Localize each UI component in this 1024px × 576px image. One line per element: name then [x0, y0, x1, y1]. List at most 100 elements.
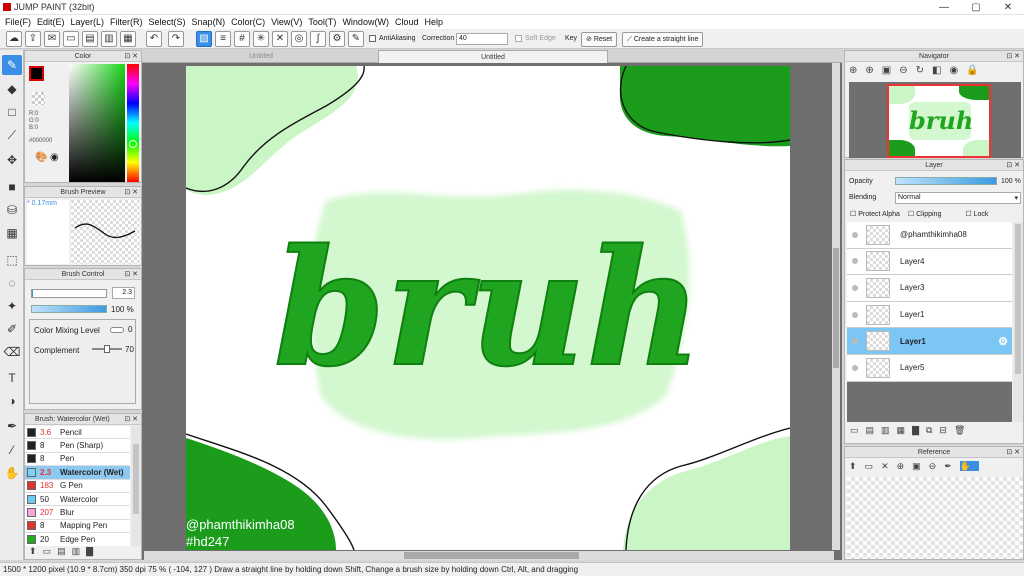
- zoom-out-icon[interactable]: ⊖: [899, 65, 915, 76]
- panel-close-icon[interactable]: ⊡ ✕: [1006, 447, 1020, 458]
- navigator-thumbnail[interactable]: bruh: [887, 84, 991, 158]
- delete-layer-icon[interactable]: 🗑: [954, 425, 972, 435]
- rotate-icon[interactable]: ↻: [916, 65, 932, 76]
- fill-rect-tool-icon[interactable]: ■: [2, 177, 22, 197]
- brush-list-scrollbar[interactable]: [131, 426, 141, 546]
- export-icon[interactable]: ⇪: [25, 31, 41, 47]
- tab-untitled-1[interactable]: Untitled: [146, 50, 376, 63]
- select-pen-tool-icon[interactable]: ✐: [2, 319, 22, 339]
- menu-view[interactable]: View(V): [269, 15, 306, 29]
- cloud-icon[interactable]: ☁: [6, 31, 22, 47]
- brush-item[interactable]: 2.3 Watercolor (Wet): [25, 466, 130, 480]
- bucket-tool-icon[interactable]: ⛁: [2, 200, 22, 220]
- grid-icon[interactable]: ▦: [120, 31, 136, 47]
- visibility-eye-icon[interactable]: [852, 231, 858, 238]
- visibility-eye-icon[interactable]: [852, 338, 858, 345]
- ref-fit-icon[interactable]: ▣: [912, 461, 929, 471]
- document-canvas[interactable]: bruh @phamthikimha08 #hd247: [186, 66, 790, 550]
- snap-circle-icon[interactable]: ◎: [291, 31, 307, 47]
- merge-down-icon[interactable]: ⧉: [926, 425, 939, 435]
- brush-item[interactable]: 8 Pen (Sharp): [25, 439, 130, 453]
- new-layer-icon[interactable]: ▭: [850, 425, 866, 435]
- tab-untitled-2[interactable]: Untitled: [378, 50, 608, 63]
- transparent-color-swatch[interactable]: [32, 92, 45, 105]
- brush-item[interactable]: 183 G Pen: [25, 479, 130, 493]
- pages-icon[interactable]: ▥: [101, 31, 117, 47]
- antialiasing-checkbox[interactable]: [369, 35, 376, 42]
- visibility-eye-icon[interactable]: [852, 311, 858, 318]
- minimize-icon[interactable]: —: [930, 0, 958, 15]
- monitor-icon[interactable]: ▭: [63, 31, 79, 47]
- layer-row[interactable]: Layer1: [847, 301, 1012, 329]
- complement-slider[interactable]: [92, 345, 122, 353]
- menu-file[interactable]: File(F): [3, 15, 35, 29]
- move-tool-icon[interactable]: ✥: [2, 150, 22, 170]
- rectangle-tool-icon[interactable]: □: [2, 102, 22, 122]
- new-folder-icon[interactable]: ▇: [912, 425, 926, 435]
- ref-open-icon[interactable]: ▭: [865, 461, 882, 471]
- flip-icon[interactable]: ◧: [932, 65, 949, 76]
- layer-row[interactable]: Layer4: [847, 248, 1012, 276]
- correction-input[interactable]: 40: [456, 33, 508, 45]
- close-icon[interactable]: ✕: [994, 0, 1022, 15]
- dropper-tool-icon[interactable]: ⁄: [2, 440, 22, 460]
- blending-select[interactable]: Normal ▾: [895, 192, 1021, 204]
- brush-item[interactable]: 50 Watercolor: [25, 492, 130, 507]
- new-brush-icon[interactable]: ⬆: [29, 546, 43, 556]
- brush-size-input[interactable]: 2.3: [112, 287, 135, 299]
- zoom-icon[interactable]: ⊕: [849, 65, 865, 76]
- maximize-icon[interactable]: ▢: [962, 0, 990, 15]
- snap-settings-icon[interactable]: ⚙: [329, 31, 345, 47]
- snap-off-icon[interactable]: ▧: [196, 31, 212, 47]
- redo-icon[interactable]: ↷: [168, 31, 184, 47]
- ref-import-icon[interactable]: ⬆: [849, 461, 865, 471]
- ref-zoom-in-icon[interactable]: ⊕: [897, 461, 913, 471]
- copy-brush-icon[interactable]: ▭: [43, 546, 58, 556]
- eyedropper-tool-icon[interactable]: ✒: [2, 416, 22, 436]
- panel-close-icon[interactable]: ⊡ ✕: [1006, 51, 1020, 62]
- snap-grid-icon[interactable]: #: [234, 31, 250, 47]
- brush-folder-icon[interactable]: ▇: [86, 546, 99, 556]
- menu-filter[interactable]: Filter(R): [108, 15, 147, 29]
- select-eraser-tool-icon[interactable]: ⌫: [2, 342, 22, 362]
- gradient-tool-icon[interactable]: ▦: [2, 223, 22, 243]
- mixing-level-slider[interactable]: [110, 327, 124, 333]
- brush-settings-icon[interactable]: ▥: [72, 546, 87, 556]
- clear-layer-icon[interactable]: ⊟: [939, 425, 954, 435]
- menu-cloud[interactable]: Cloud: [393, 15, 423, 29]
- hue-handle[interactable]: [129, 140, 137, 148]
- lock-checkbox[interactable]: ☐: [965, 211, 973, 218]
- reset-button[interactable]: ⊘ Reset: [581, 32, 618, 47]
- reference-view[interactable]: [847, 477, 1023, 559]
- copy-layer-icon[interactable]: ▥: [881, 425, 897, 435]
- visibility-eye-icon[interactable]: [852, 364, 858, 371]
- menu-help[interactable]: Help: [422, 15, 447, 29]
- panel-close-icon[interactable]: ⊡ ✕: [124, 414, 138, 425]
- panel-close-icon[interactable]: ⊡ ✕: [1006, 160, 1020, 171]
- snap-crisscross-icon[interactable]: ✕: [272, 31, 288, 47]
- layer-row[interactable]: Layer1 ⚙: [847, 328, 1012, 355]
- brush-size-slider[interactable]: [31, 289, 107, 298]
- brush-item[interactable]: 207 Blur: [25, 506, 130, 520]
- brush-opacity-slider[interactable]: [31, 305, 107, 313]
- layer-list-scrollbar[interactable]: [1013, 222, 1023, 422]
- menu-tool[interactable]: Tool(T): [306, 15, 340, 29]
- layer-row[interactable]: Layer3: [847, 275, 1012, 302]
- menu-layer[interactable]: Layer(L): [69, 15, 109, 29]
- snap-curve-icon[interactable]: ∫: [310, 31, 326, 47]
- zoom-in-icon[interactable]: ⊕: [865, 65, 881, 76]
- layer-menu-icon[interactable]: ▦: [897, 425, 913, 435]
- panel-close-icon[interactable]: ⊡ ✕: [124, 187, 138, 198]
- lock-view-icon[interactable]: 🔒: [966, 65, 986, 76]
- text-tool-icon[interactable]: T: [2, 368, 22, 388]
- eraser-tool-icon[interactable]: ◆: [2, 79, 22, 99]
- page-icon[interactable]: ▤: [82, 31, 98, 47]
- menu-select[interactable]: Select(S): [147, 15, 190, 29]
- new-layer-set-icon[interactable]: ▤: [866, 425, 882, 435]
- brush-tool-icon[interactable]: ✎: [2, 55, 22, 75]
- fit-icon[interactable]: ▣: [882, 65, 899, 76]
- lasso-tool-icon[interactable]: ◌: [2, 273, 22, 293]
- hue-slider[interactable]: [127, 64, 139, 182]
- protect-alpha-checkbox[interactable]: ☐: [850, 211, 858, 218]
- comment-icon[interactable]: ✉: [44, 31, 60, 47]
